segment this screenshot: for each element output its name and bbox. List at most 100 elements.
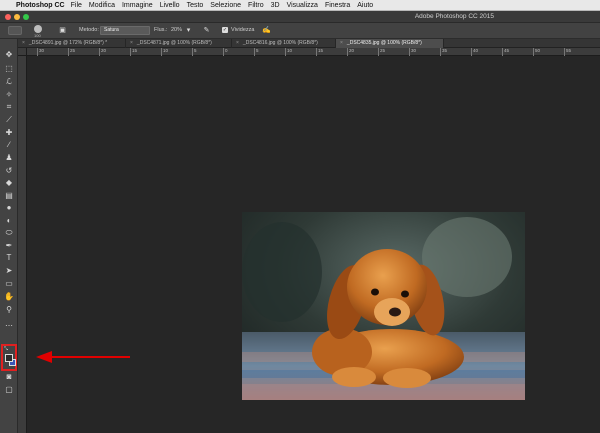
ruler-tick: [223, 48, 224, 56]
zoom-icon[interactable]: ⚲: [4, 305, 14, 315]
close-tab-icon[interactable]: ×: [130, 39, 133, 48]
brush-icon[interactable]: ∕: [4, 140, 14, 150]
ruler-tick: [440, 48, 441, 56]
menu-finestra[interactable]: Finestra: [325, 2, 350, 9]
ruler-tick-label: 10: [163, 48, 169, 53]
close-tab-icon[interactable]: ×: [236, 39, 239, 48]
ruler-tick-label: 5: [194, 48, 197, 53]
ruler-tick: [130, 48, 131, 56]
method-select[interactable]: Satura: [100, 26, 150, 35]
ruler-tick: [533, 48, 534, 56]
dodge-icon[interactable]: ◐: [4, 216, 14, 226]
flow-label: Flus.:: [154, 27, 168, 33]
path-select-icon[interactable]: ➤: [4, 266, 14, 276]
window-title: Adobe Photoshop CC 2015: [414, 13, 494, 20]
ruler-tick: [285, 48, 286, 56]
vibrance-checkbox[interactable]: ✓: [222, 27, 228, 33]
annotation-arrow: [36, 351, 130, 363]
foreground-color-swatch[interactable]: [5, 354, 13, 362]
menu-modifica[interactable]: Modifica: [89, 2, 115, 9]
menu-visualizza[interactable]: Visualizza: [287, 2, 318, 9]
swap-colors-icon[interactable]: ⤡: [4, 346, 8, 352]
healing-icon[interactable]: ✚: [4, 128, 14, 138]
ruler-tick-label: 55: [566, 48, 572, 53]
history-brush-icon[interactable]: ↺: [4, 166, 14, 176]
blur-icon[interactable]: ●: [4, 203, 14, 213]
ruler-tick: [161, 48, 162, 56]
ruler-tick-label: 15: [132, 48, 138, 53]
more-icon[interactable]: ⋯: [4, 321, 14, 331]
pressure-icon[interactable]: ✍: [262, 26, 271, 35]
brush-panel-icon[interactable]: ▣: [58, 26, 67, 35]
lasso-icon[interactable]: ℒ: [4, 77, 14, 87]
type-icon[interactable]: T: [4, 253, 14, 263]
flow-value[interactable]: 20%: [171, 27, 182, 33]
mac-menubar: Photoshop CC File Modifica Immagine Live…: [0, 0, 600, 11]
vertical-ruler[interactable]: [18, 56, 27, 433]
minimize-window-button[interactable]: [14, 14, 20, 20]
ruler-tick: [378, 48, 379, 56]
tab-dsc4835[interactable]: × _DSC4835.jpg @ 100% (RGB/8*): [336, 39, 444, 48]
ruler-tick: [37, 48, 38, 56]
tab-dsc4871[interactable]: × _DSC4871.jpg @ 100% (RGB/8*): [126, 39, 232, 48]
airbrush-icon[interactable]: ✎: [202, 26, 211, 35]
ruler-tick: [192, 48, 193, 56]
menu-livello[interactable]: Livello: [160, 2, 180, 9]
menu-aiuto[interactable]: Aiuto: [357, 2, 373, 9]
menu-immagine[interactable]: Immagine: [122, 2, 153, 9]
pen-icon[interactable]: ✒: [4, 241, 14, 251]
ruler-tick-label: 0: [225, 48, 228, 53]
ruler-tick-label: 35: [442, 48, 448, 53]
window-titlebar: Adobe Photoshop CC 2015: [0, 11, 600, 23]
ruler-tick-label: 30: [411, 48, 417, 53]
ruler-tick-label: 20: [101, 48, 107, 53]
ruler-tick: [316, 48, 317, 56]
menu-filtro[interactable]: Filtro: [248, 2, 264, 9]
menu-testo[interactable]: Testo: [187, 2, 204, 9]
ruler-tick-label: 25: [70, 48, 76, 53]
crop-icon[interactable]: ⌗: [4, 102, 14, 112]
options-bar: 100 ▣ Metodo: Satura Flus.: 20% ▾ ✎ ✓ Vi…: [0, 23, 600, 39]
close-tab-icon[interactable]: ×: [340, 39, 343, 48]
document-tabs: × _DSC4891.jpg @ 172% (RGB/8*) * × _DSC487…: [18, 39, 600, 48]
sponge-icon[interactable]: ⬭: [4, 228, 14, 238]
marquee-icon[interactable]: ⬚: [4, 64, 14, 74]
quick-select-icon[interactable]: ✧: [4, 90, 14, 100]
quick-mask-icon[interactable]: ◙: [4, 372, 14, 382]
screen-mode-icon[interactable]: ▢: [4, 385, 14, 395]
eyedropper-icon[interactable]: ⟋: [4, 115, 14, 125]
tab-dsc4891[interactable]: × _DSC4891.jpg @ 172% (RGB/8*) *: [18, 39, 126, 48]
flow-chevron-icon[interactable]: ▾: [184, 26, 193, 35]
ruler-tick: [471, 48, 472, 56]
tool-preset-picker[interactable]: [8, 26, 22, 35]
menu-selezione[interactable]: Selezione: [210, 2, 241, 9]
horizontal-ruler[interactable]: 30 25 20 15 10 5 0 5 10 15 20 25 30 35 40 45 50 55: [27, 48, 600, 56]
gradient-icon[interactable]: ▤: [4, 191, 14, 201]
ruler-tick-label: 10: [287, 48, 293, 53]
ruler-tick-label: 15: [318, 48, 324, 53]
ruler-tick-label: 5: [256, 48, 259, 53]
ruler-tick-label: 30: [39, 48, 45, 53]
menu-app-name[interactable]: Photoshop CC: [16, 2, 65, 9]
document-photo-puppy[interactable]: [242, 212, 525, 400]
tab-dsc4816[interactable]: × _DSC4816.jpg @ 100% (RGB/8*): [232, 39, 336, 48]
menu-3d[interactable]: 3D: [271, 2, 280, 9]
color-swatches-highlight: ⤡: [1, 344, 17, 371]
hand-icon[interactable]: ✋: [4, 292, 14, 302]
close-tab-icon[interactable]: ×: [22, 39, 25, 48]
brush-preset-icon[interactable]: [34, 25, 42, 33]
ruler-tick: [254, 48, 255, 56]
menu-file[interactable]: File: [71, 2, 82, 9]
close-window-button[interactable]: [5, 14, 11, 20]
zoom-window-button[interactable]: [23, 14, 29, 20]
ruler-tick: [99, 48, 100, 56]
ruler-origin[interactable]: [18, 48, 27, 56]
move-icon[interactable]: ✥: [4, 50, 14, 60]
brush-size-label: 100: [34, 33, 41, 38]
stamp-icon[interactable]: ♟: [4, 153, 14, 163]
ruler-tick: [564, 48, 565, 56]
shape-icon[interactable]: ▭: [4, 279, 14, 289]
ruler-tick-label: 20: [349, 48, 355, 53]
ruler-tick-label: 25: [380, 48, 386, 53]
eraser-icon[interactable]: ◆: [4, 178, 14, 188]
